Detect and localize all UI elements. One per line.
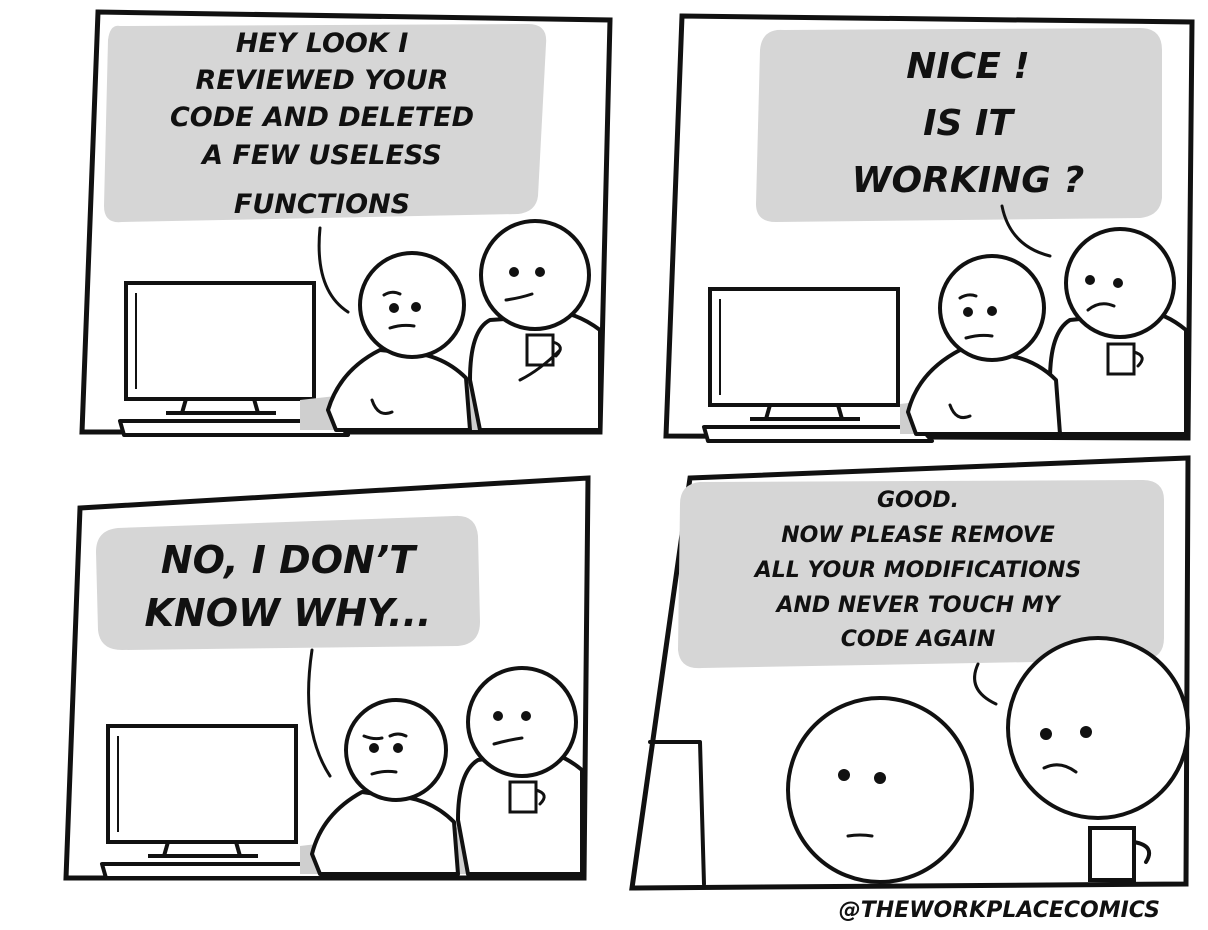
coworker-character xyxy=(456,666,584,876)
svg-text:AND NEVER TOUCH MY: AND NEVER TOUCH MY xyxy=(774,593,1061,618)
svg-text:IS IT: IS IT xyxy=(923,103,1015,144)
comic-credit: @THEWORKPLACECOMICS xyxy=(839,898,1160,923)
svg-text:NOW PLEASE REMOVE: NOW PLEASE REMOVE xyxy=(781,523,1055,548)
svg-text:REVIEWED YOUR: REVIEWED YOUR xyxy=(196,65,449,96)
coworker-character xyxy=(1048,227,1188,436)
svg-text:NICE !: NICE ! xyxy=(906,46,1030,87)
developer-character xyxy=(786,696,974,884)
svg-text:HEY LOOK I: HEY LOOK I xyxy=(236,28,409,59)
svg-text:ALL YOUR MODIFICATIONS: ALL YOUR MODIFICATIONS xyxy=(753,558,1082,583)
svg-text:FUNCTIONS: FUNCTIONS xyxy=(234,189,410,220)
svg-text:A FEW USELESS: A FEW USELESS xyxy=(200,140,442,171)
svg-text:CODE AGAIN: CODE AGAIN xyxy=(841,627,996,652)
svg-text:NO, I DON’T: NO, I DON’T xyxy=(161,538,418,582)
panel-4: GOOD. NOW PLEASE REMOVE ALL YOUR MODIFIC… xyxy=(629,455,1191,891)
panel-3: NO, I DON’T KNOW WHY... xyxy=(63,475,591,881)
svg-text:KNOW WHY...: KNOW WHY... xyxy=(145,591,432,635)
svg-text:CODE AND DELETED: CODE AND DELETED xyxy=(170,102,474,133)
coworker-character xyxy=(468,219,602,432)
svg-text:GOOD.: GOOD. xyxy=(877,488,959,513)
panel-1: HEY LOOK I REVIEWED YOUR CODE AND DELETE… xyxy=(79,9,613,437)
svg-text:WORKING ?: WORKING ? xyxy=(852,160,1084,201)
comic-strip: HEY LOOK I REVIEWED YOUR CODE AND DELETE… xyxy=(63,9,1195,923)
panel-2: NICE ! IS IT WORKING ? xyxy=(663,13,1195,443)
